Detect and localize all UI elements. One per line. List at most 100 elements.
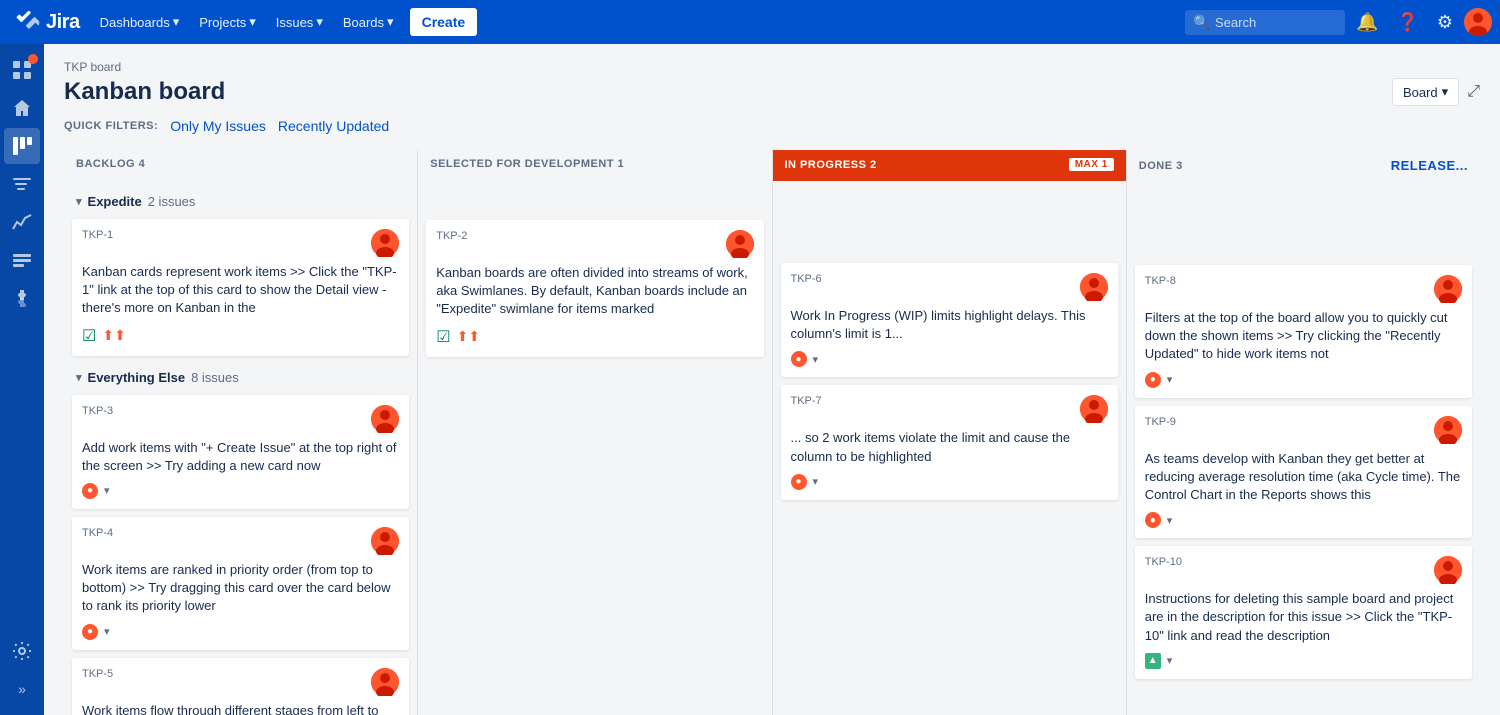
- card-tkp-3[interactable]: TKP-3 Add work items with "+ Create Issu…: [72, 395, 409, 509]
- sidebar-roadmap-icon[interactable]: [4, 166, 40, 202]
- card-tkp-2[interactable]: TKP-2 Kanban boards are often divided in…: [426, 220, 763, 357]
- release-link[interactable]: Release...: [1391, 158, 1468, 173]
- bug-icon: ●: [82, 483, 98, 499]
- card-tkp-6[interactable]: TKP-6 Work In Progress (WIP) limits high…: [781, 263, 1118, 377]
- card-avatar: [1434, 416, 1462, 444]
- card-checkbox-icon: ☑: [436, 327, 450, 347]
- card-id: TKP-7: [791, 395, 822, 407]
- card-id: TKP-2: [436, 230, 467, 242]
- jira-logo[interactable]: Jira: [8, 10, 88, 34]
- swimlane-everything-header[interactable]: ▾ Everything Else 8 issues: [72, 364, 409, 391]
- card-dropdown[interactable]: ▾: [813, 475, 819, 488]
- card-id: TKP-8: [1145, 275, 1176, 287]
- card-id: TKP-4: [82, 527, 113, 539]
- quick-filters-label: QUICK FILTERS:: [64, 120, 158, 132]
- card-dropdown[interactable]: ▾: [1167, 654, 1173, 667]
- card-tkp-8[interactable]: TKP-8 Filters at the top of the board al…: [1135, 265, 1472, 398]
- card-tkp-7[interactable]: TKP-7 ... so 2 work items violate the li…: [781, 385, 1118, 499]
- card-body: Add work items with "+ Create Issue" at …: [82, 439, 399, 475]
- sidebar-settings-icon[interactable]: [4, 633, 40, 669]
- sidebar-backlog-icon[interactable]: [4, 242, 40, 278]
- board-title-actions: Board ▾ ⤢: [1392, 78, 1480, 106]
- column-done: DONE 3 Release... ▾Expedite2 issues ▾Eve…: [1127, 150, 1480, 715]
- card-id: TKP-10: [1145, 556, 1182, 568]
- card-avatar: [1434, 275, 1462, 303]
- card-dropdown[interactable]: ▾: [1167, 373, 1173, 386]
- settings-button[interactable]: ⚙: [1430, 7, 1460, 38]
- issues-menu[interactable]: Issues ▾: [268, 10, 331, 34]
- card-body: Instructions for deleting this sample bo…: [1145, 590, 1462, 645]
- card-tkp-10[interactable]: TKP-10 Instructions for deleting this sa…: [1135, 546, 1472, 679]
- column-body-backlog[interactable]: ▾ Expedite 2 issues TKP-1 Kanban cards r…: [64, 180, 417, 715]
- card-dropdown[interactable]: ▾: [813, 353, 819, 366]
- create-button[interactable]: Create: [410, 8, 478, 36]
- card-tkp-1[interactable]: TKP-1 Kanban cards represent work items …: [72, 219, 409, 356]
- card-tkp-4[interactable]: TKP-4 Work items are ranked in priority …: [72, 517, 409, 650]
- swimlane-everything-count: 8 issues: [191, 370, 239, 385]
- card-body: Work items flow through different stages…: [82, 702, 399, 715]
- card-dropdown[interactable]: ▾: [104, 625, 110, 638]
- bug-icon: ●: [791, 351, 807, 367]
- card-id: TKP-6: [791, 273, 822, 285]
- card-avatar: [371, 527, 399, 555]
- sidebar-home-icon[interactable]: [4, 90, 40, 126]
- boards-menu[interactable]: Boards ▾: [335, 10, 402, 34]
- card-body: Work In Progress (WIP) limits highlight …: [791, 307, 1108, 343]
- column-header-done: DONE 3 Release...: [1127, 150, 1480, 183]
- card-dropdown[interactable]: ▾: [104, 484, 110, 497]
- dashboards-menu[interactable]: Dashboards ▾: [92, 10, 188, 34]
- column-header-backlog: BACKLOG 4: [64, 150, 417, 180]
- card-body: Work items are ranked in priority order …: [82, 561, 399, 616]
- column-header-inprogress: IN PROGRESS 2 MAX 1: [773, 150, 1126, 181]
- swimlane-everything-chevron: ▾: [76, 371, 82, 384]
- column-body-selected[interactable]: ▾Expedite2 issues TKP-2 Kanban boards ar…: [418, 180, 771, 715]
- column-header-selected: SELECTED FOR DEVELOPMENT 1: [418, 150, 771, 180]
- card-id: TKP-5: [82, 668, 113, 680]
- card-avatar: [1434, 556, 1462, 584]
- card-tkp-9[interactable]: TKP-9 As teams develop with Kanban they …: [1135, 406, 1472, 539]
- left-sidebar: »: [0, 44, 44, 715]
- card-body: As teams develop with Kanban they get be…: [1145, 450, 1462, 505]
- quick-filters: QUICK FILTERS: Only My Issues Recently U…: [64, 118, 1480, 134]
- card-id: TKP-9: [1145, 416, 1176, 428]
- max-badge: MAX 1: [1069, 158, 1114, 171]
- card-body: Kanban boards are often divided into str…: [436, 264, 753, 319]
- column-backlog: BACKLOG 4 ▾ Expedite 2 issues TKP-1: [64, 150, 418, 715]
- user-avatar[interactable]: [1464, 8, 1492, 36]
- fullscreen-icon[interactable]: ⤢: [1467, 83, 1480, 101]
- board-area: BACKLOG 4 ▾ Expedite 2 issues TKP-1: [64, 150, 1480, 715]
- notifications-button[interactable]: 🔔: [1349, 7, 1385, 38]
- swimlane-everything-label: Everything Else: [88, 370, 186, 385]
- card-body: Filters at the top of the board allow yo…: [1145, 309, 1462, 364]
- help-button[interactable]: ❓: [1389, 7, 1425, 38]
- sidebar-apps-icon[interactable]: [4, 52, 40, 88]
- card-body: Kanban cards represent work items >> Cli…: [82, 263, 399, 318]
- card-tkp-5[interactable]: TKP-5 Work items flow through different …: [72, 658, 409, 715]
- filter-only-my-issues[interactable]: Only My Issues: [170, 118, 266, 134]
- sidebar-puzzle-icon[interactable]: [4, 280, 40, 316]
- filter-recently-updated[interactable]: Recently Updated: [278, 118, 389, 134]
- column-body-done[interactable]: ▾Expedite2 issues ▾Everything Else8 issu…: [1127, 183, 1480, 715]
- swimlane-expedite-label: Expedite: [88, 194, 142, 209]
- bug-icon: ●: [82, 624, 98, 640]
- search-icon: 🔍: [1193, 14, 1210, 31]
- sidebar-reports-icon[interactable]: [4, 204, 40, 240]
- card-priority-icon: ⬆⬆: [102, 327, 125, 344]
- card-checkbox-icon: ☑: [82, 326, 96, 346]
- sidebar-board-icon[interactable]: [4, 128, 40, 164]
- swimlane-expedite-header[interactable]: ▾ Expedite 2 issues: [72, 188, 409, 215]
- card-body: ... so 2 work items violate the limit an…: [791, 429, 1108, 465]
- card-avatar: [371, 405, 399, 433]
- story-icon: ▲: [1145, 653, 1161, 669]
- board-header: TKP board Kanban board Board ▾ ⤢: [64, 60, 1480, 106]
- sidebar-bottom: »: [4, 633, 40, 707]
- card-id: TKP-3: [82, 405, 113, 417]
- column-selected: SELECTED FOR DEVELOPMENT 1 ▾Expedite2 is…: [418, 150, 772, 715]
- card-dropdown[interactable]: ▾: [1167, 514, 1173, 527]
- bug-icon: ●: [791, 474, 807, 490]
- sidebar-expand-icon[interactable]: »: [4, 671, 40, 707]
- column-body-inprogress[interactable]: ▾Expedite2 issues ▾Everything Else8 issu…: [773, 181, 1126, 715]
- board-title: Kanban board: [64, 78, 225, 106]
- board-view-button[interactable]: Board ▾: [1392, 78, 1459, 106]
- projects-menu[interactable]: Projects ▾: [191, 10, 264, 34]
